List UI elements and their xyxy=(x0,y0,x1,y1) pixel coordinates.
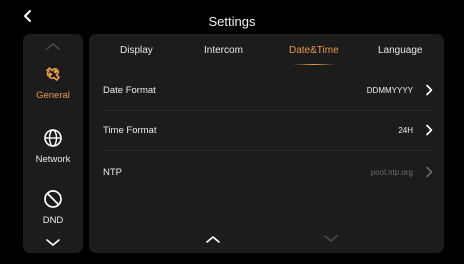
sidebar-item-label: DND xyxy=(42,215,64,226)
chevron-right-icon xyxy=(426,84,433,96)
sidebar-item-general[interactable]: General xyxy=(23,64,83,101)
date-format-row[interactable]: Date Format DDMMYYYY xyxy=(103,84,433,105)
time-format-value: 24H xyxy=(398,126,413,135)
tab-display[interactable]: Display xyxy=(120,45,153,56)
scroll-up-icon[interactable] xyxy=(45,42,61,50)
chevron-right-icon xyxy=(426,124,433,136)
time-format-row[interactable]: Time Format 24H xyxy=(103,124,433,145)
time-format-label: Time Format xyxy=(103,125,157,136)
chevron-right-icon xyxy=(426,166,433,178)
sidebar-item-label: Network xyxy=(35,154,71,165)
settings-panel: Display Intercom Date&Time Language Date… xyxy=(89,34,444,253)
ntp-label: NTP xyxy=(103,167,122,178)
divider xyxy=(103,150,433,151)
sidebar-item-dnd[interactable]: DND xyxy=(23,189,83,226)
date-format-label: Date Format xyxy=(103,85,156,96)
ntp-value: pool.ntp.org xyxy=(370,168,413,177)
tab-intercom[interactable]: Intercom xyxy=(204,45,243,56)
tab-language[interactable]: Language xyxy=(378,45,423,56)
sidebar: General Network DND xyxy=(23,34,83,253)
divider xyxy=(103,110,433,111)
globe-icon xyxy=(44,129,62,147)
date-format-value: DDMMYYYY xyxy=(366,86,413,95)
sidebar-item-network[interactable]: Network xyxy=(23,128,83,165)
page-title: Settings xyxy=(208,14,256,29)
sidebar-item-label: General xyxy=(36,90,70,101)
scroll-down-icon[interactable] xyxy=(323,235,339,243)
tab-date-time[interactable]: Date&Time xyxy=(289,45,339,56)
ntp-row[interactable]: NTP pool.ntp.org xyxy=(103,166,433,187)
active-tab-indicator xyxy=(292,64,336,65)
wrench-icon xyxy=(46,67,60,81)
do-not-disturb-icon xyxy=(44,190,62,208)
scroll-down-icon[interactable] xyxy=(45,239,61,247)
scroll-up-icon[interactable] xyxy=(205,235,221,243)
